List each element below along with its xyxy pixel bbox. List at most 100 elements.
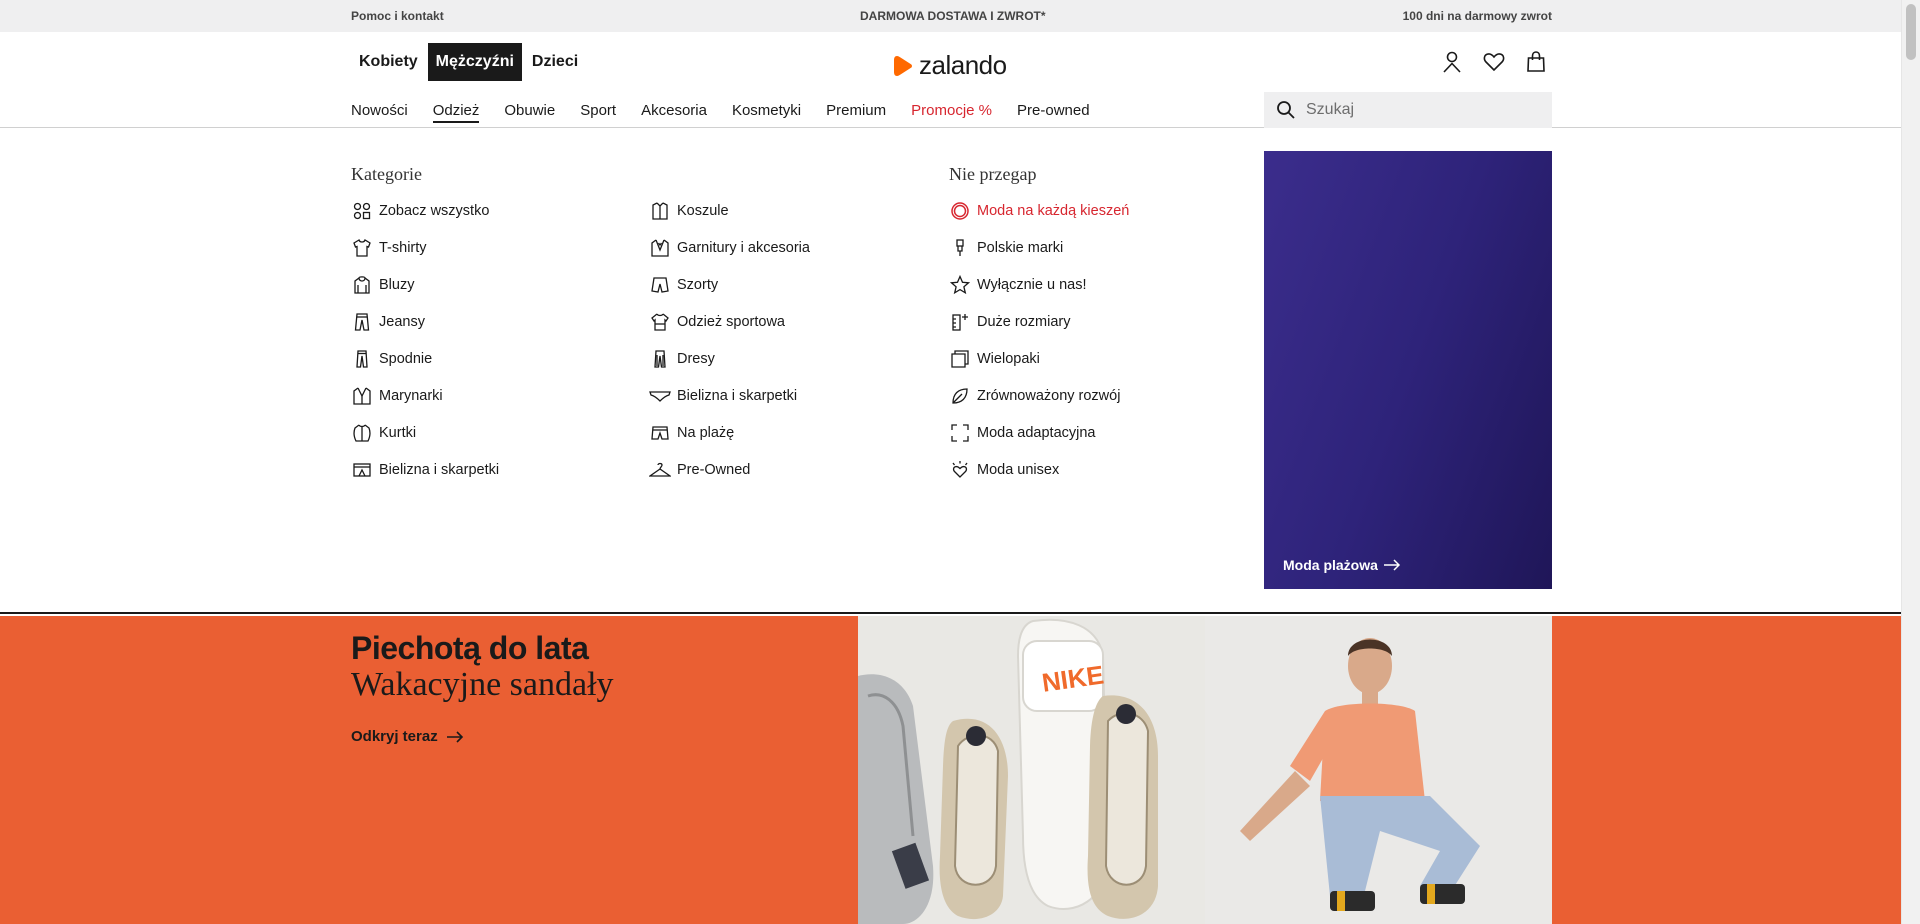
categories-column: Kategorie Zobacz wszystko T-shirty Bluzy… xyxy=(351,164,499,488)
menu-item-sportswear[interactable]: Odzież sportowa xyxy=(649,303,810,340)
promo-card-label: Moda plażowa xyxy=(1283,557,1378,573)
categories-heading: Kategorie xyxy=(351,164,422,184)
sandals-illustration: NIKE xyxy=(858,616,1205,924)
hoodie-icon xyxy=(351,274,373,296)
briefs-icon xyxy=(649,385,671,407)
page-scrollbar[interactable] xyxy=(1901,0,1920,924)
suit-icon xyxy=(649,237,671,259)
menu-item-trousers[interactable]: Spodnie xyxy=(351,340,499,377)
nav-premium[interactable]: Premium xyxy=(826,102,886,123)
menu-item-label: Spodnie xyxy=(379,350,433,367)
nav-sport[interactable]: Sport xyxy=(580,102,616,123)
wishlist-heart-icon[interactable] xyxy=(1474,48,1514,76)
jacket-icon xyxy=(351,422,373,444)
hero-subtitle: Wakacyjne sandały xyxy=(351,666,614,703)
nav-new[interactable]: Nowości xyxy=(351,102,408,123)
tab-women[interactable]: Kobiety xyxy=(351,43,426,81)
promo-card-link[interactable]: Moda plażowa xyxy=(1283,557,1401,573)
menu-item-hoodies[interactable]: Bluzy xyxy=(351,266,499,303)
nav-clothing[interactable]: Odzież xyxy=(432,102,480,123)
menu-item-multipacks[interactable]: Wielopaki xyxy=(949,340,1129,377)
menu-item-label: Polskie marki xyxy=(977,239,1064,256)
menu-item-blazers[interactable]: Marynarki xyxy=(351,377,499,414)
menu-item-label: Dresy xyxy=(677,350,715,367)
free-returns-info[interactable]: 100 dni na darmowy zwrot xyxy=(1403,9,1552,23)
categories-column-2: Koszule Garnitury i akcesoria Szorty Odz… xyxy=(649,192,810,488)
tab-men[interactable]: Mężczyźni xyxy=(427,43,522,81)
tshirt-icon xyxy=(351,237,373,259)
menu-item-label: Marynarki xyxy=(379,387,443,404)
nav-pre-owned[interactable]: Pre-owned xyxy=(1017,102,1090,123)
menu-item-unisex[interactable]: Moda unisex xyxy=(949,451,1129,488)
sparkle-heart-icon xyxy=(949,459,971,481)
top-info-bar: Pomoc i kontakt DARMOWA DOSTAWA I ZWROT*… xyxy=(0,0,1901,32)
menu-item-beach[interactable]: Na plażę xyxy=(649,414,810,451)
zalando-logo-icon xyxy=(894,55,912,76)
tracksuit-icon xyxy=(649,348,671,370)
menu-item-label: Moda unisex xyxy=(977,461,1060,478)
dont-miss-heading: Nie przegap xyxy=(949,164,1037,184)
menu-item-underwear[interactable]: Bielizna i skarpetki xyxy=(351,451,499,488)
nav-cosmetics[interactable]: Kosmetyki xyxy=(732,102,801,123)
menu-item-label: Wyłącznie u nas! xyxy=(977,276,1087,293)
pin-icon xyxy=(949,237,971,259)
site-header: Kobiety Mężczyźni Dzieci zalando Nowości… xyxy=(0,32,1901,128)
menu-item-underwear-socks[interactable]: Bielizna i skarpetki xyxy=(649,377,810,414)
help-contact-link[interactable]: Pomoc i kontakt xyxy=(351,9,444,23)
beachwear-promo-card[interactable]: Moda plażowa xyxy=(1264,151,1552,589)
dont-miss-column: Nie przegap Moda na każdą kieszeń Polski… xyxy=(949,164,1129,488)
menu-item-budget-fashion[interactable]: Moda na każdą kieszeń xyxy=(949,192,1129,229)
jeans-icon xyxy=(351,311,373,333)
shirt-icon xyxy=(649,200,671,222)
free-delivery-banner[interactable]: DARMOWA DOSTAWA I ZWROT* xyxy=(860,9,1046,23)
menu-item-jackets[interactable]: Kurtki xyxy=(351,414,499,451)
zalando-logo[interactable]: zalando xyxy=(891,50,1007,81)
swim-shorts-icon xyxy=(649,422,671,444)
model-photo[interactable] xyxy=(1205,616,1552,924)
menu-item-plus-size[interactable]: Duże rozmiary xyxy=(949,303,1129,340)
menu-item-label: Pre-Owned xyxy=(677,461,751,478)
menu-item-polish-brands[interactable]: Polskie marki xyxy=(949,229,1129,266)
header-actions xyxy=(1432,48,1558,76)
menu-item-see-all[interactable]: Zobacz wszystko xyxy=(351,192,499,229)
hero-cta-label: Odkryj teraz xyxy=(351,728,438,745)
menu-item-tshirts[interactable]: T-shirty xyxy=(351,229,499,266)
tab-kids[interactable]: Dzieci xyxy=(524,43,586,81)
scrollbar-thumb[interactable] xyxy=(1906,4,1916,60)
model-illustration xyxy=(1205,616,1552,924)
menu-item-jeans[interactable]: Jeansy xyxy=(351,303,499,340)
cart-bag-icon[interactable] xyxy=(1516,48,1556,76)
sandals-product-image[interactable]: NIKE xyxy=(858,616,1205,924)
menu-item-shorts[interactable]: Szorty xyxy=(649,266,810,303)
menu-item-shirts[interactable]: Koszule xyxy=(649,192,810,229)
clothing-mega-menu: Kategorie Zobacz wszystko T-shirty Bluzy… xyxy=(0,129,1901,614)
nav-shoes[interactable]: Obuwie xyxy=(504,102,555,123)
menu-item-adaptive[interactable]: Moda adaptacyjna xyxy=(949,414,1129,451)
menu-item-exclusive[interactable]: Wyłącznie u nas! xyxy=(949,266,1129,303)
badge-circle-icon xyxy=(949,200,971,222)
account-icon[interactable] xyxy=(1432,48,1472,76)
menu-item-label: Szorty xyxy=(677,276,719,293)
menu-item-label: Zrównoważony rozwój xyxy=(977,387,1121,404)
menu-item-tracksuits[interactable]: Dresy xyxy=(649,340,810,377)
blazer-icon xyxy=(351,385,373,407)
sportswear-icon xyxy=(649,311,671,333)
search-icon xyxy=(1277,101,1295,119)
arrow-right-icon xyxy=(446,730,463,743)
menu-item-pre-owned[interactable]: Pre-Owned xyxy=(649,451,810,488)
hanger-icon xyxy=(649,459,671,481)
logo-wordmark: zalando xyxy=(919,50,1007,80)
menu-item-label: Wielopaki xyxy=(977,350,1040,367)
hero-banner: Piechotą do lata Wakacyjne sandały Odkry… xyxy=(0,616,1901,924)
search-box[interactable] xyxy=(1264,92,1552,128)
menu-item-label: Na plażę xyxy=(677,424,735,441)
search-input[interactable] xyxy=(1306,101,1536,119)
nav-promotions[interactable]: Promocje % xyxy=(911,102,992,123)
menu-item-sustainability[interactable]: Zrównoważony rozwój xyxy=(949,377,1129,414)
menu-item-suits[interactable]: Garnitury i akcesoria xyxy=(649,229,810,266)
hero-cta-link[interactable]: Odkryj teraz xyxy=(351,728,464,745)
menu-item-label: Bluzy xyxy=(379,276,415,293)
shorts-icon xyxy=(649,274,671,296)
underwear-icon xyxy=(351,459,373,481)
nav-accessories[interactable]: Akcesoria xyxy=(641,102,707,123)
